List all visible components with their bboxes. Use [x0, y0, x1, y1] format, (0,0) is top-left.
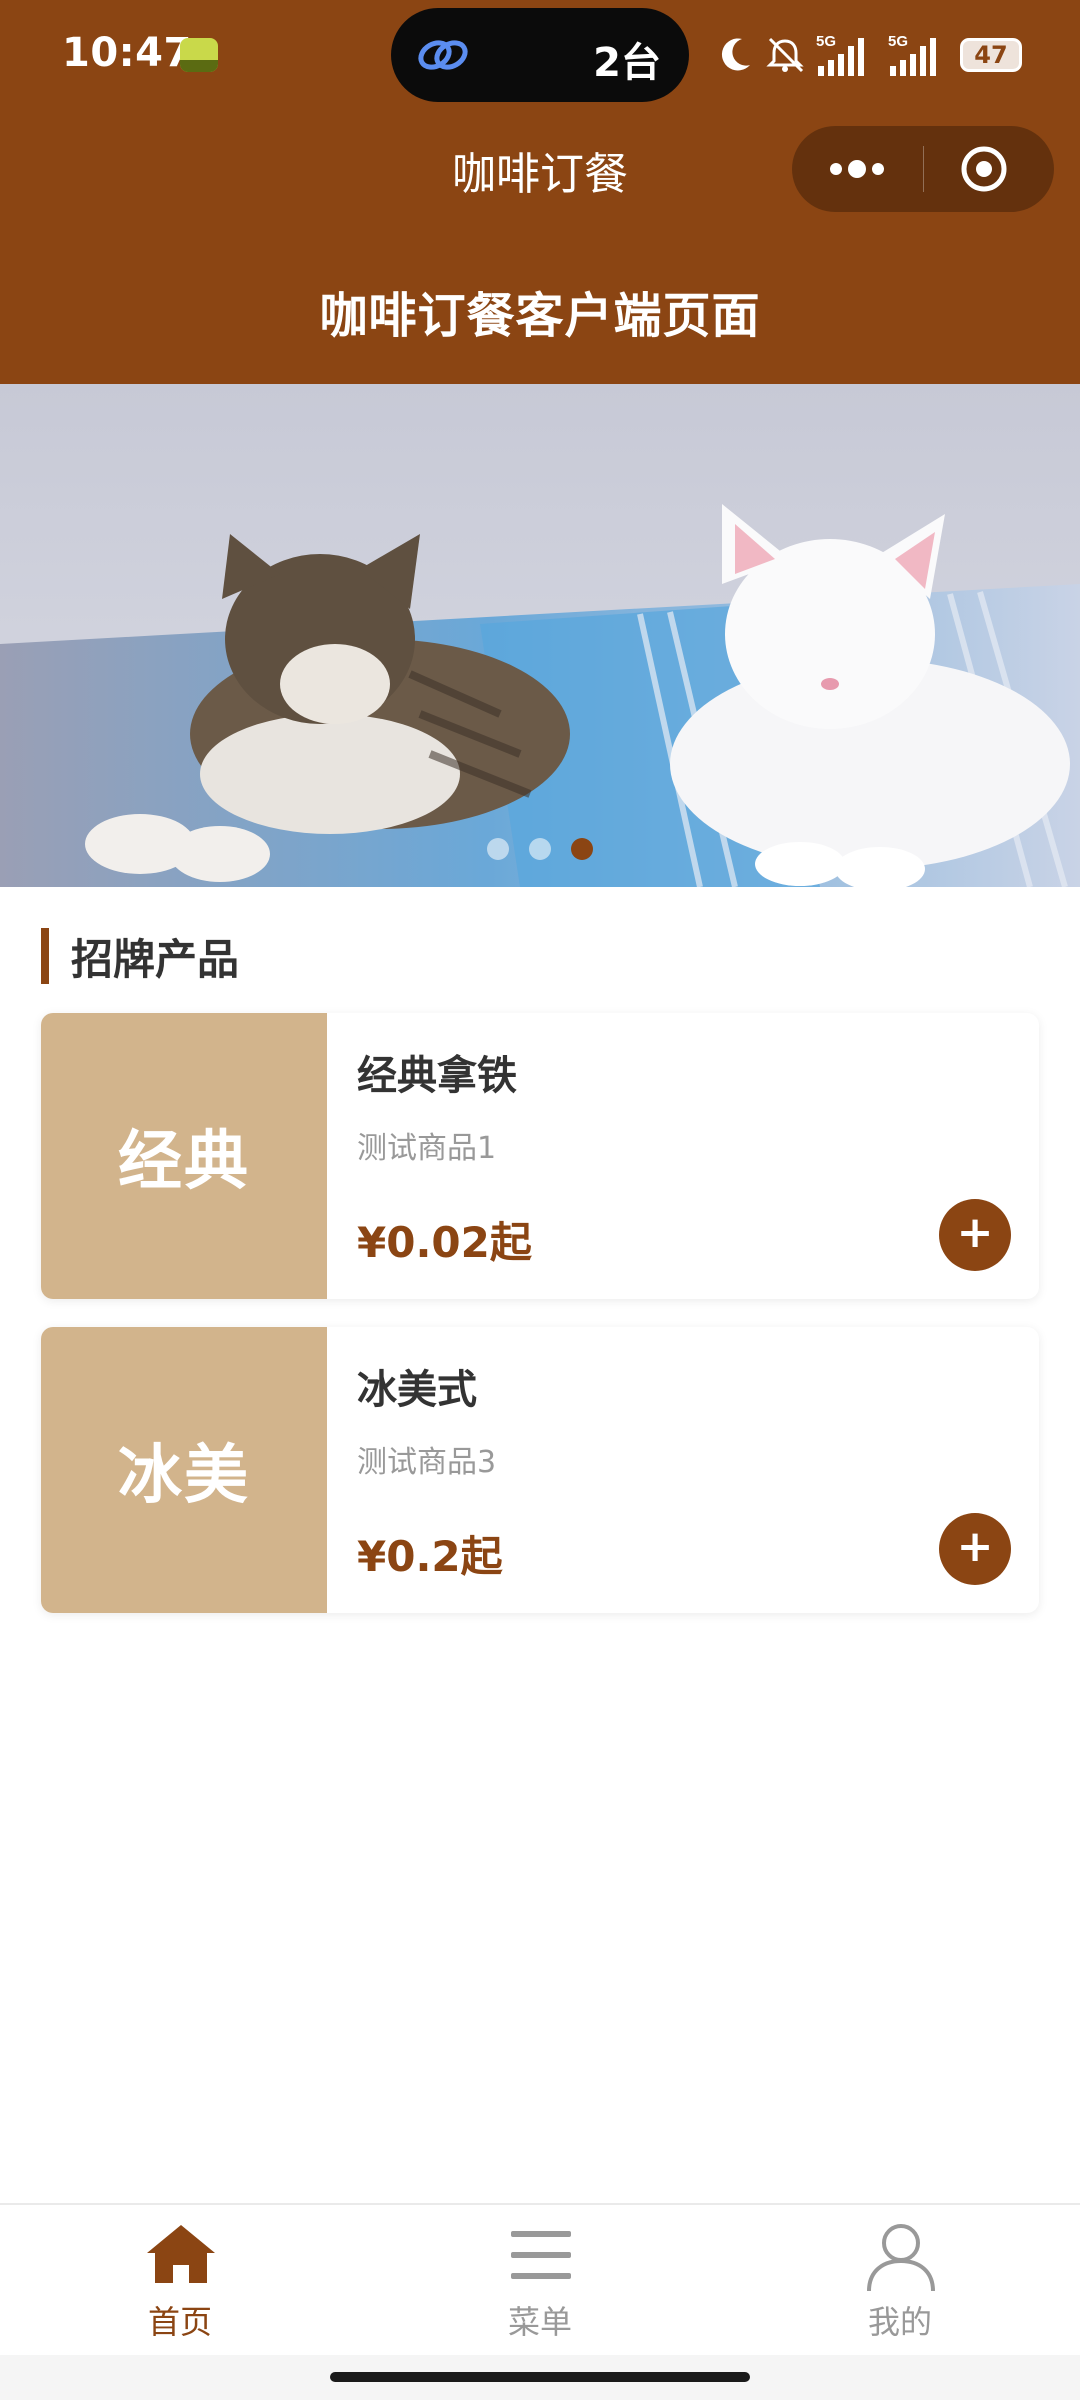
carousel-dots [0, 838, 1080, 860]
tab-home[interactable]: 首页 [0, 2205, 360, 2357]
home-icon [147, 2225, 215, 2283]
product-thumbnail[interactable]: 经典 [41, 1013, 327, 1299]
dynamic-island[interactable]: 2台 [391, 8, 689, 102]
carousel-dot-active[interactable] [571, 838, 593, 860]
devices-label: 2台 [593, 40, 661, 86]
tab-label: 首页 [147, 2303, 212, 2341]
product-thumb-label: 冰美 [118, 1439, 250, 1513]
mini-program-capsule [792, 126, 1054, 212]
product-thumb-label: 经典 [118, 1125, 250, 1199]
home-indicator[interactable] [330, 2372, 750, 2382]
section-header: 招牌产品 [41, 928, 239, 984]
tab-menu[interactable]: 菜单 [360, 2205, 720, 2357]
home-indicator-area [0, 2355, 1080, 2400]
banner-image [0, 384, 1080, 887]
page-title: 咖啡订餐客户端页面 [319, 288, 761, 344]
add-to-cart-button[interactable]: + [939, 1199, 1011, 1271]
signal-5g-icon: 5G [816, 33, 864, 76]
battery-icon: 47 [960, 38, 1022, 72]
mute-icon [766, 37, 804, 73]
moon-icon [721, 38, 750, 71]
signal-label: 5G [816, 33, 836, 50]
tab-label: 我的 [867, 2303, 932, 2341]
user-icon [867, 2224, 935, 2291]
more-dots-icon [830, 160, 884, 178]
menu-icon [511, 2231, 571, 2279]
product-card[interactable]: 冰美 冰美式 测试商品3 ¥0.2起 + [41, 1327, 1039, 1613]
tab-profile[interactable]: 我的 [720, 2205, 1080, 2357]
product-price: ¥0.2起 [357, 1532, 503, 1581]
product-name: 经典拿铁 [357, 1053, 517, 1099]
close-button[interactable] [924, 126, 1054, 212]
add-to-cart-button[interactable]: + [939, 1513, 1011, 1585]
product-description: 测试商品1 [357, 1131, 497, 1166]
target-close-icon [961, 146, 1007, 192]
carousel-dot[interactable] [487, 838, 509, 860]
section-title: 招牌产品 [71, 934, 240, 984]
tab-bar: 首页 菜单 我的 [0, 2203, 1080, 2357]
signal-5g-icon: 5G [888, 33, 936, 76]
more-button[interactable] [792, 126, 922, 212]
product-name: 冰美式 [357, 1367, 477, 1413]
status-bar: 10:47 2台 5G 5G 47 [0, 0, 1080, 112]
signal-label: 5G [888, 33, 908, 50]
product-price: ¥0.02起 [357, 1218, 532, 1267]
battery-level: 47 [974, 41, 1008, 69]
status-icons: 5G 5G 47 [718, 30, 1022, 80]
carousel-dot[interactable] [529, 838, 551, 860]
product-thumbnail[interactable]: 冰美 [41, 1327, 327, 1613]
product-description: 测试商品3 [357, 1445, 497, 1480]
banner-carousel[interactable] [0, 384, 1080, 887]
page-header: 咖啡订餐客户端页面 [0, 228, 1080, 384]
tab-label: 菜单 [507, 2303, 572, 2341]
status-time: 10:47 [62, 30, 192, 76]
nav-bar: 咖啡订餐 [0, 112, 1080, 228]
product-card[interactable]: 经典 经典拿铁 测试商品1 ¥0.02起 + [41, 1013, 1039, 1299]
app-notification-icon [180, 38, 218, 72]
section-accent-bar [41, 928, 49, 984]
link-icon [418, 40, 468, 70]
